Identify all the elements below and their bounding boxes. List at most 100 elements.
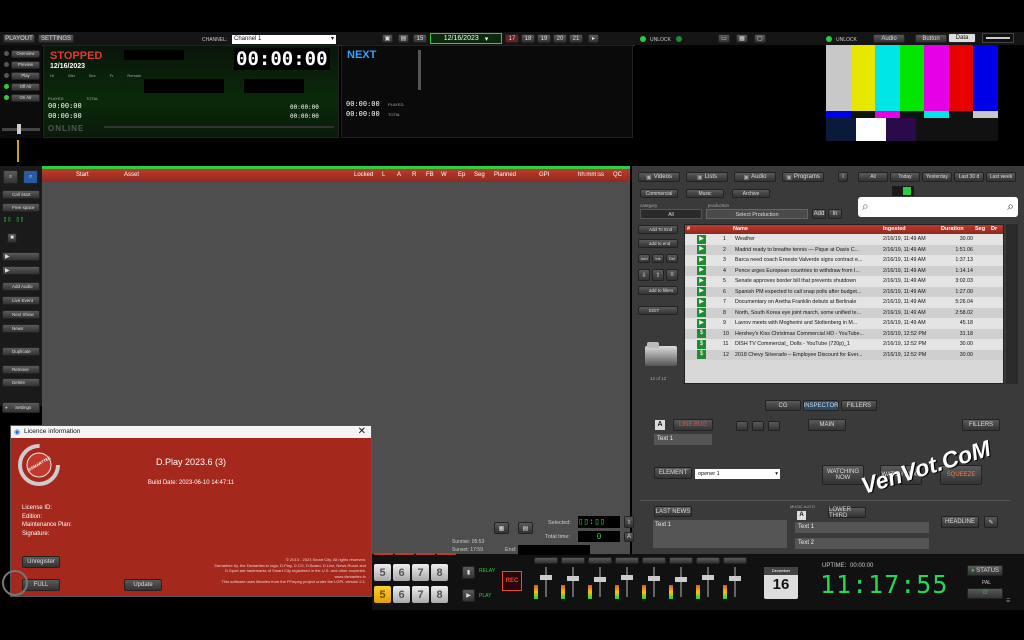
add-small-button[interactable]: Add xyxy=(638,254,650,263)
power-button[interactable]: ⏻ xyxy=(967,588,1003,599)
audio-fader[interactable] xyxy=(534,557,558,607)
stop-icon[interactable]: ■ xyxy=(7,233,17,243)
element-select[interactable]: opener 1 ▾ xyxy=(695,469,780,479)
mode-item[interactable]: Play xyxy=(4,71,40,80)
mode-item[interactable]: Preview xyxy=(4,60,40,69)
fader-handle[interactable] xyxy=(594,577,606,582)
audio-button[interactable]: Audio xyxy=(873,34,905,43)
search-input[interactable]: ⌕ ⌕ xyxy=(858,197,1018,217)
playlist-column-header[interactable]: Seg xyxy=(474,172,485,178)
media-tab[interactable]: ▣ Videos xyxy=(638,172,680,182)
day-button[interactable]: 18 xyxy=(521,34,535,43)
fader-handle[interactable] xyxy=(621,575,633,580)
media-subtab[interactable]: Archive xyxy=(732,189,770,198)
media-row[interactable]: ▶ 8 North, South Korea eye joint march, so… xyxy=(685,307,1003,318)
volume-slider[interactable] xyxy=(2,124,40,134)
list-icon[interactable]: ≡ xyxy=(666,269,678,281)
fillers-button[interactable]: FILLERS xyxy=(962,419,1000,431)
media-row[interactable]: ▶ 5 Senate approves border bill that preve… xyxy=(685,276,1003,287)
last-news-button[interactable]: LAST NEWS xyxy=(654,506,692,517)
fader-handle[interactable] xyxy=(702,575,714,580)
main-button[interactable]: MAIN xyxy=(808,419,846,431)
cg-text1-input[interactable]: Text 1 xyxy=(654,434,712,445)
lower-third-button[interactable]: LOWER THIRD xyxy=(828,507,866,519)
day-button[interactable]: 19 xyxy=(537,34,551,43)
filter-tab[interactable]: Last week xyxy=(986,172,1016,182)
ins-small-button[interactable]: Ins xyxy=(652,254,664,263)
play-icon[interactable]: ▶ xyxy=(462,589,475,602)
keypad-key[interactable]: 7 xyxy=(412,586,429,603)
cg-small-1[interactable] xyxy=(736,421,748,431)
playlist-column-header[interactable]: L xyxy=(382,172,385,178)
rec-button[interactable]: REC xyxy=(502,571,522,591)
in-button[interactable]: In xyxy=(828,209,842,219)
media-row[interactable]: $11 DISH TV Commercial_ Dolls - YouTube (… xyxy=(685,339,1003,350)
keypad-key[interactable]: 8 xyxy=(431,564,448,581)
fader-mute-button[interactable] xyxy=(642,557,666,564)
remove-button[interactable]: Remove xyxy=(2,365,40,374)
data-button[interactable]: Data xyxy=(948,33,976,43)
add-to-end-button[interactable]: Add To End xyxy=(638,225,678,234)
mode-item[interactable]: Off Air xyxy=(4,82,40,91)
update-button[interactable]: Update xyxy=(124,579,162,591)
media-subtab[interactable]: Commercial xyxy=(640,189,678,198)
relay-icon[interactable]: ▮ xyxy=(462,566,475,579)
playlist-column-header[interactable]: GPI xyxy=(539,172,549,178)
unregister-button[interactable]: Unregister xyxy=(22,556,60,568)
media-subtab[interactable]: Music xyxy=(686,189,724,198)
edit-button[interactable]: EDIT xyxy=(638,306,678,315)
media-column-header[interactable]: Duration xyxy=(941,226,964,232)
audio-fader[interactable] xyxy=(669,557,693,607)
duplicate-button[interactable]: Duplicate xyxy=(2,347,40,356)
next-icon[interactable]: ▸ xyxy=(588,34,599,43)
playlist-column-header[interactable]: Start xyxy=(76,172,89,178)
fader-mute-button[interactable] xyxy=(561,557,585,564)
media-bottom-tab[interactable]: CG xyxy=(765,400,801,411)
zoom-in-icon[interactable]: ⌕ xyxy=(23,170,38,184)
media-row[interactable]: ▶ 2 Madrid ready to breathe tennis — Pique… xyxy=(685,244,1003,255)
audio-fader[interactable] xyxy=(723,557,747,607)
filter-tab[interactable]: All xyxy=(858,172,888,182)
audio-fader[interactable] xyxy=(615,557,639,607)
playlist-column-header[interactable]: A xyxy=(397,172,401,178)
up-icon[interactable]: ⇧ xyxy=(624,516,634,528)
lock-icon[interactable]: ▣ xyxy=(382,34,393,43)
date-picker[interactable]: 12/16/2023 ▾ xyxy=(430,33,502,44)
pen-icon[interactable]: ✎ xyxy=(984,516,998,528)
fader-handle[interactable] xyxy=(567,576,579,581)
media-bottom-tab[interactable]: FILLERS xyxy=(841,400,877,411)
audio-fader[interactable] xyxy=(561,557,585,607)
media-row[interactable]: ▶ 3 Barca need coach Ernesto Valverde sign… xyxy=(685,255,1003,266)
zoom-out-icon[interactable]: ⌕ xyxy=(3,170,18,184)
channel-select[interactable]: Channel 1 ▾ xyxy=(232,35,336,44)
category-select[interactable]: All xyxy=(640,209,702,219)
filter-tab[interactable]: Today xyxy=(890,172,920,182)
day-17-button[interactable]: 17 xyxy=(505,34,519,43)
list-view-icon[interactable]: ▤ xyxy=(518,522,533,534)
headline-button[interactable]: HEADLINE xyxy=(941,516,979,528)
keypad-key[interactable]: 7 xyxy=(412,564,429,581)
layout-icon[interactable]: ▦ xyxy=(736,34,748,43)
cg-small-2[interactable] xyxy=(752,421,764,431)
fader-mute-button[interactable] xyxy=(696,557,720,564)
fader-handle[interactable] xyxy=(675,577,687,582)
fader-handle[interactable] xyxy=(648,576,660,581)
media-bottom-tab[interactable]: INSPECTOR xyxy=(803,400,839,411)
option-button[interactable]: Button xyxy=(915,34,947,43)
media-tab[interactable]: ▣ Audio xyxy=(734,172,776,182)
fader-mute-button[interactable] xyxy=(615,557,639,564)
music-text1[interactable]: Text 1 xyxy=(795,522,929,533)
volume-slider-handle[interactable] xyxy=(17,124,21,134)
a-icon[interactable]: A xyxy=(624,532,634,542)
media-row[interactable]: $10 Hershey's Kiss Christmas Commercial H… xyxy=(685,328,1003,339)
last-news-text[interactable]: Text 1 xyxy=(653,520,787,548)
media-tab[interactable]: ▣ Programs xyxy=(782,172,824,182)
production-select[interactable]: Select Production xyxy=(706,209,808,219)
audio-fader[interactable] xyxy=(696,557,720,607)
media-row[interactable]: ▶ 9 Lavrov meets with Mogherini and Stolte… xyxy=(685,318,1003,329)
element-button[interactable]: ELEMENT xyxy=(654,467,692,479)
day-15-button[interactable]: 15 xyxy=(413,34,427,43)
fader-mute-button[interactable] xyxy=(534,557,558,564)
media-column-header[interactable]: Seg xyxy=(975,226,985,232)
play-button-1[interactable]: ▶ xyxy=(2,252,40,261)
